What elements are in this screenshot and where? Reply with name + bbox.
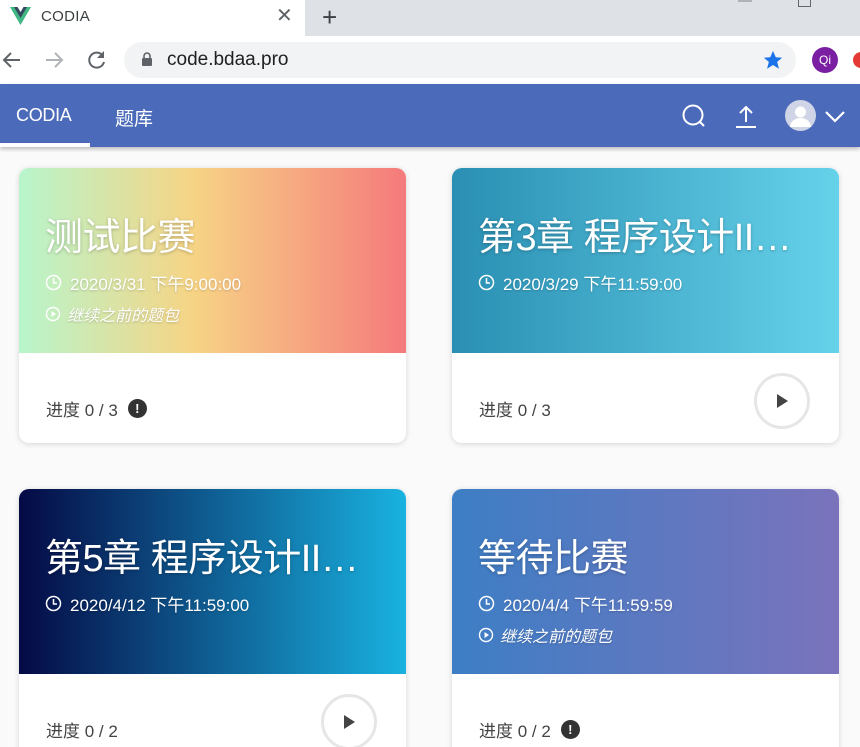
minimize-icon[interactable] [738,0,752,2]
card-title: 等待比赛 [478,538,629,580]
card-header: 第3章 程序设计II… 2020/3/29 下午11:59:00 [452,168,839,353]
clock-icon [45,595,62,612]
continue-label: 继续之前的题包 [67,308,180,325]
play-circle-icon [478,627,494,643]
play-button[interactable] [754,373,810,429]
card-header: 测试比赛 2020/3/31 下午9:00:00 继续之前的题包 [19,168,406,353]
browser-tab[interactable]: CODIA ✕ [0,0,305,36]
card-date-row: 2020/4/12 下午11:59:00 [45,591,249,616]
lock-icon [142,52,152,66]
plus-icon[interactable]: + [322,4,337,30]
card-progress: 进度 0 / 2 [46,717,118,742]
progress-text: 进度 0 / 2 [479,722,551,741]
card-title: 测试比赛 [45,217,196,259]
play-icon [344,715,355,729]
chevron-down-icon[interactable] [822,103,848,129]
card-header: 等待比赛 2020/4/4 下午11:59:59 继续之前的题包 [452,489,839,674]
maximize-icon[interactable] [798,0,811,7]
card-progress: 进度 0 / 3 ! [46,396,147,421]
extension-qi-button[interactable]: Qi [812,47,838,73]
tab-title: CODIA [41,8,91,25]
back-arrow-icon[interactable] [0,47,26,73]
upload-icon[interactable] [732,102,760,130]
continue-link[interactable]: 继续之前的题包 [478,623,612,647]
brand-tab[interactable]: CODIA [16,105,72,126]
exclamation-icon: ! [127,399,147,418]
exclamation-icon: ! [560,720,580,739]
contest-card[interactable]: 等待比赛 2020/4/4 下午11:59:59 继续之前的题包 进度 0 / … [452,489,839,747]
clock-icon [45,274,62,291]
progress-text: 进度 0 / 2 [46,722,118,741]
card-date-row: 2020/3/29 下午11:59:00 [478,270,682,295]
vue-logo-icon [10,7,31,25]
tab-problem-bank[interactable]: 题库 [115,104,153,131]
app-header: CODIA 题库 [0,84,860,147]
browser-tabstrip: CODIA ✕ + [0,0,860,36]
progress-text: 进度 0 / 3 [46,401,118,420]
card-date: 2020/4/12 下午11:59:00 [70,596,250,615]
contest-card[interactable]: 第3章 程序设计II… 2020/3/29 下午11:59:00 进度 0 / … [452,168,839,443]
card-progress: 进度 0 / 3 [479,396,551,421]
continue-label: 继续之前的题包 [500,629,613,646]
play-circle-icon [45,306,61,322]
avatar[interactable] [785,100,816,131]
continue-link[interactable]: 继续之前的题包 [45,302,179,326]
contest-card[interactable]: 测试比赛 2020/3/31 下午9:00:00 继续之前的题包 进度 0 / … [19,168,406,443]
play-button[interactable] [321,694,377,747]
contest-card[interactable]: 第5章 程序设计II… 2020/4/12 下午11:59:00 进度 0 / … [19,489,406,747]
search-icon[interactable] [680,102,708,130]
card-title: 第5章 程序设计II… [45,538,359,580]
avatar-icon [790,106,811,127]
progress-text: 进度 0 / 3 [479,401,551,420]
card-date-row: 2020/3/31 下午9:00:00 [45,270,241,295]
close-icon[interactable]: ✕ [276,6,293,26]
clock-icon [478,595,495,612]
card-date-row: 2020/4/4 下午11:59:59 [478,591,673,616]
active-tab-indicator [0,143,90,147]
card-header: 第5章 程序设计II… 2020/4/12 下午11:59:00 [19,489,406,674]
card-progress: 进度 0 / 2 ! [479,717,580,742]
star-icon[interactable] [762,49,784,71]
card-date: 2020/4/4 下午11:59:59 [503,596,673,615]
card-title: 第3章 程序设计II… [478,217,792,259]
clock-icon [478,274,495,291]
url-text[interactable]: code.bdaa.pro [167,49,289,71]
card-date: 2020/3/31 下午9:00:00 [70,275,242,294]
play-icon [777,394,788,408]
card-date: 2020/3/29 下午11:59:00 [503,275,683,294]
reload-icon[interactable] [84,47,110,73]
forward-arrow-icon[interactable] [42,47,68,73]
